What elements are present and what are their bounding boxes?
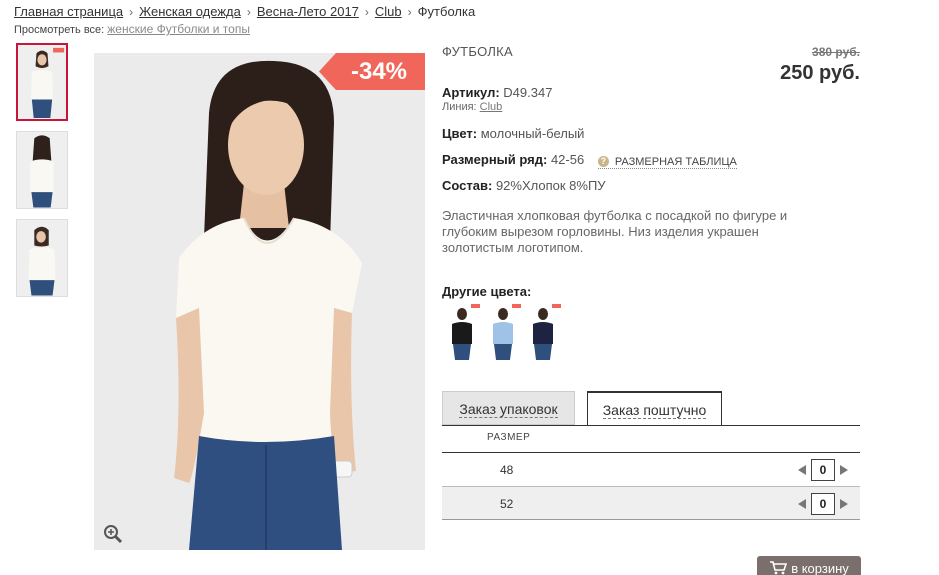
size-range-label: Размерный ряд:: [442, 152, 548, 167]
color-row: Цвет: молочный-белый: [442, 126, 584, 141]
quantity-input[interactable]: 0: [811, 459, 835, 481]
article-row: Артикул: D49.347: [442, 85, 552, 100]
view-all-label: Просмотреть все:: [14, 24, 105, 36]
size-column-header: РАЗМЕР: [487, 432, 531, 443]
increase-arrow-icon[interactable]: [840, 499, 848, 509]
thumbnail-pose[interactable]: [16, 219, 68, 297]
main-product-image[interactable]: -34%: [94, 53, 425, 550]
color-swatch-lightblue[interactable]: [485, 304, 521, 360]
thumbnail-front-image: [18, 46, 66, 118]
breadcrumb-separator: ›: [129, 5, 134, 19]
line-row: Линия: Club: [442, 101, 502, 113]
discount-badge: -34%: [319, 53, 425, 90]
old-price: 380 руб.: [812, 45, 860, 59]
tab-order-packs-label: Заказ упаковок: [459, 401, 558, 418]
size-value: 48: [500, 463, 514, 477]
view-all-link[interactable]: женские Футболки и топы: [107, 22, 250, 36]
breadcrumb-separator: ›: [246, 5, 251, 19]
color-value: молочный-белый: [480, 126, 585, 141]
help-icon: ?: [597, 156, 609, 167]
breadcrumb-current: Футболка: [417, 4, 476, 19]
article-value: D49.347: [503, 85, 553, 100]
line-link[interactable]: Club: [480, 101, 503, 113]
quantity-stepper: 0: [798, 459, 848, 481]
tab-order-packs[interactable]: Заказ упаковок: [442, 391, 575, 425]
composition-label: Состав:: [442, 178, 493, 193]
table-row: 48 0: [442, 452, 860, 486]
decrease-arrow-icon[interactable]: [798, 465, 806, 475]
decrease-arrow-icon[interactable]: [798, 499, 806, 509]
size-chart-label: РАЗМЕРНАЯ ТАБЛИЦА: [614, 155, 737, 168]
thumbnail-front[interactable]: [16, 43, 68, 121]
tab-order-pieces-label: Заказ поштучно: [602, 402, 707, 419]
line-label: Линия:: [442, 101, 477, 113]
view-all: Просмотреть все: женские Футболки и топы: [14, 22, 250, 36]
add-to-cart-label: в корзину: [791, 560, 849, 575]
article-label: Артикул:: [442, 85, 500, 100]
thumbnail-back[interactable]: [16, 131, 68, 209]
other-colors-label: Другие цвета:: [442, 284, 532, 299]
product-title: ФУТБОЛКА: [442, 44, 514, 59]
breadcrumb-club[interactable]: Club: [375, 4, 402, 19]
composition-value: 92%Хлопок 8%ПУ: [495, 178, 606, 193]
lightblue-tshirt-thumbnail: [485, 304, 521, 360]
product-photo: [94, 53, 425, 550]
thumbnail-back-image: [17, 132, 67, 208]
quantity-stepper: 0: [798, 493, 848, 515]
tab-order-pieces[interactable]: Заказ поштучно: [587, 391, 722, 426]
zoom-icon[interactable]: [102, 523, 124, 545]
breadcrumb-home[interactable]: Главная страница: [14, 4, 123, 19]
size-chart-link[interactable]: ? РАЗМЕРНАЯ ТАБЛИЦА: [597, 155, 737, 169]
size-range-row: Размерный ряд: 42-56 ? РАЗМЕРНАЯ ТАБЛИЦА: [442, 152, 737, 169]
product-description: Эластичная хлопковая футболка с посадкой…: [442, 208, 788, 255]
black-tshirt-thumbnail: [444, 304, 480, 360]
color-label: Цвет:: [442, 126, 478, 141]
navy-tshirt-thumbnail: [525, 304, 561, 360]
breadcrumb-separator: ›: [407, 5, 412, 19]
tabs-divider: [442, 425, 860, 426]
add-to-cart-button[interactable]: в корзину: [757, 556, 861, 575]
breadcrumb-separator: ›: [364, 5, 369, 19]
breadcrumb-womens-clothing[interactable]: Женская одежда: [139, 4, 241, 19]
color-swatch-black[interactable]: [444, 304, 480, 360]
price: 250 руб.: [780, 62, 860, 84]
composition-row: Состав: 92%Хлопок 8%ПУ: [442, 178, 606, 193]
quantity-input[interactable]: 0: [811, 493, 835, 515]
table-row: 52 0: [442, 486, 860, 520]
size-range-value: 42-56: [550, 152, 585, 167]
color-swatch-navy[interactable]: [525, 304, 561, 360]
size-value: 52: [500, 497, 514, 511]
increase-arrow-icon[interactable]: [840, 465, 848, 475]
breadcrumb: Главная страница › Женская одежда › Весна-Ле…: [14, 4, 475, 19]
breadcrumb-spring-summer[interactable]: Весна-Лето 2017: [257, 4, 359, 19]
thumbnail-pose-image: [17, 220, 67, 296]
cart-icon: [770, 561, 788, 575]
